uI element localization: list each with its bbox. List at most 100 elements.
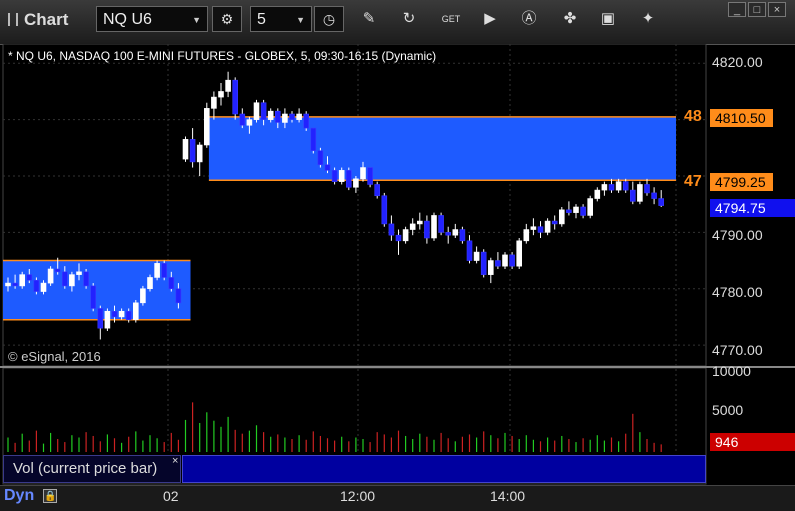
candle-body [168, 277, 175, 290]
candle-body [274, 110, 281, 123]
candle-body [537, 226, 544, 233]
close-icon[interactable]: × [172, 455, 178, 467]
candle-body [651, 192, 657, 199]
candle-body [111, 310, 118, 318]
candle-body [97, 308, 104, 329]
candle-body [125, 310, 132, 321]
candle-body [310, 127, 317, 151]
candle-body [658, 198, 665, 206]
close-button[interactable]: × [768, 2, 786, 17]
time-template-button[interactable]: ◷ [314, 6, 344, 32]
candle-body [551, 220, 558, 225]
candle-body [317, 150, 324, 166]
level-47-price-tag: 4799.25 [710, 173, 773, 191]
candle-body [409, 223, 416, 230]
candle-body [76, 271, 82, 275]
level-48-label: 48 [684, 108, 702, 125]
candle-body [54, 268, 61, 273]
candle-body [367, 167, 373, 185]
candle-body [83, 271, 89, 287]
settings-button[interactable]: ⚙ [212, 6, 242, 32]
candle-body [211, 96, 217, 109]
interval-value: 5 [257, 11, 266, 28]
candle-body [324, 164, 331, 171]
candle-body [260, 102, 267, 120]
twitter-icon[interactable]: ✦ [638, 9, 658, 29]
candle-body [438, 215, 444, 233]
chart-title-label: Chart [24, 10, 69, 29]
candle-body [558, 209, 565, 225]
candle-body [154, 263, 160, 278]
candle-body [182, 139, 189, 160]
candle-body [40, 282, 47, 292]
chevron-down-icon: ▼ [296, 15, 305, 25]
candle-body [282, 113, 288, 123]
candle-body [296, 113, 302, 120]
candle-body [608, 184, 615, 191]
candle-body [523, 229, 530, 242]
study-bar [182, 455, 706, 483]
candle-body [544, 220, 551, 233]
candle-body [416, 220, 423, 225]
candle-body [189, 139, 196, 163]
candle-body [246, 119, 253, 126]
volume-tick: 5000 [712, 402, 744, 418]
pencil-icon[interactable]: ✎ [359, 9, 379, 29]
level-47-label: 47 [684, 173, 702, 190]
time-tick: 02 [163, 488, 179, 504]
candle-body [566, 209, 572, 213]
chart-window-title[interactable]: Chart [8, 10, 68, 30]
candle-body [196, 144, 203, 163]
minimize-button[interactable]: _ [728, 2, 746, 17]
time-tick: 14:00 [490, 488, 526, 504]
candle-body [147, 277, 153, 290]
current-volume-tag: 946 [710, 433, 795, 451]
get-icon[interactable]: GET [441, 9, 461, 29]
candle-body [338, 170, 345, 182]
candle-body [289, 113, 295, 120]
interval-input[interactable]: 5 ▼ [250, 6, 312, 32]
candle-body [466, 240, 473, 261]
symbol-input[interactable]: NQ U6 ▼ [96, 6, 208, 32]
candle-body [587, 198, 594, 216]
candle-body [573, 206, 579, 213]
candle-body [431, 215, 437, 239]
study-label[interactable]: Vol (current price bar) [3, 455, 181, 483]
play-icon[interactable]: ▶ [480, 9, 500, 29]
candle-body [118, 310, 125, 318]
candle-body [480, 251, 487, 275]
candle-body [629, 189, 636, 202]
chart-canvas[interactable] [0, 44, 795, 510]
chevron-down-icon: ▼ [192, 15, 201, 25]
candle-body [204, 108, 210, 146]
candle-body [353, 178, 359, 188]
candle-body [601, 184, 608, 191]
symbol-value: NQ U6 [103, 11, 152, 28]
candle-body [516, 240, 523, 267]
time-tick: 12:00 [340, 488, 376, 504]
tools-icon[interactable]: ✤ [560, 9, 580, 29]
candle-body [104, 310, 111, 329]
grip-icon [8, 13, 18, 26]
candle-body [459, 229, 466, 242]
candle-body [5, 282, 11, 287]
refresh-icon[interactable]: ↻ [399, 9, 419, 29]
lock-icon[interactable]: 🔒 [43, 489, 57, 503]
comment-icon[interactable]: ▣ [598, 9, 618, 29]
candle-body [388, 223, 395, 236]
candle-body [530, 226, 537, 230]
dynamic-mode-label[interactable]: Dyn [4, 487, 34, 505]
maximize-button[interactable]: □ [748, 2, 766, 17]
candle-body [424, 220, 430, 239]
candle-body [445, 232, 452, 236]
alert-icon[interactable]: Ⓐ [519, 9, 539, 29]
candle-body [615, 181, 622, 191]
candle-body [12, 282, 18, 287]
candle-body [175, 288, 182, 304]
candle-body [218, 91, 224, 98]
candle-body [303, 113, 310, 129]
candle-body [622, 181, 629, 191]
last-price-tag: 4794.75 [710, 199, 795, 217]
price-tick: 4770.00 [712, 342, 763, 358]
clock-icon: ◷ [322, 11, 336, 27]
